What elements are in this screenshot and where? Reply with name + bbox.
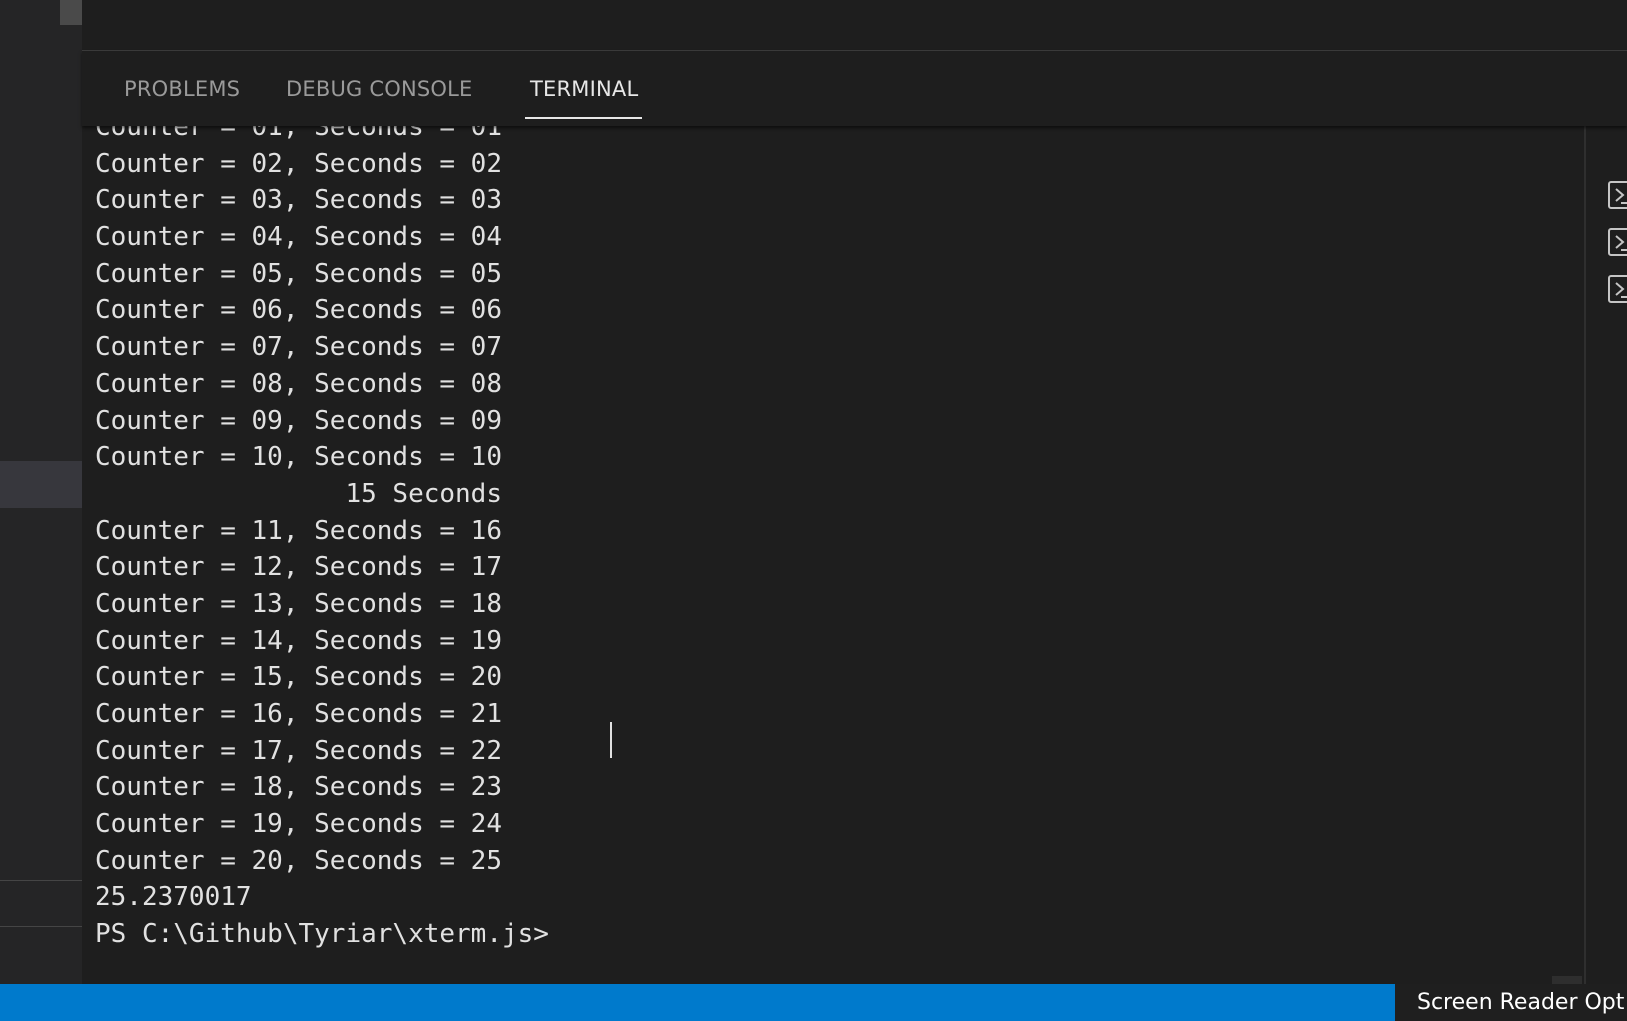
terminal-line: Counter = 04, Seconds = 04: [95, 222, 502, 253]
terminal-line: Counter = 18, Seconds = 23: [95, 772, 502, 803]
status-bar: Screen Reader Opt: [0, 984, 1627, 1021]
terminal-line: Counter = 17, Seconds = 22: [95, 735, 502, 766]
terminal-line: 15 Seconds: [95, 478, 502, 509]
terminal-line: 25.2370017: [95, 882, 252, 913]
terminal-line: Counter = 02, Seconds = 02: [95, 148, 502, 179]
terminal-line: Counter = 06, Seconds = 06: [95, 295, 502, 326]
tab-debug-console[interactable]: DEBUG CONSOLE: [286, 77, 473, 101]
terminal-line: Counter = 15, Seconds = 20: [95, 662, 502, 693]
terminal-line: Counter = 19, Seconds = 24: [95, 809, 502, 840]
terminal-line: Counter = 01, Seconds = 01: [95, 126, 502, 142]
terminal-line: Counter = 03, Seconds = 03: [95, 185, 502, 216]
editor-scrollbar-thumb[interactable]: [60, 0, 82, 25]
bottom-panel: PROBLEMS DEBUG CONSOLE TERMINAL Counter …: [82, 51, 1627, 984]
vscode-window: PROBLEMS DEBUG CONSOLE TERMINAL Counter …: [0, 0, 1627, 1021]
terminal-line: PS C:\Github\Tyriar\xterm.js>: [95, 919, 549, 950]
left-sidebar: [0, 0, 82, 984]
terminal-line: Counter = 12, Seconds = 17: [95, 552, 502, 583]
terminal-line: Counter = 20, Seconds = 25: [95, 845, 502, 876]
terminal-line: Counter = 13, Seconds = 18: [95, 588, 502, 619]
sidebar-divider: [0, 926, 82, 927]
screen-reader-label: Screen Reader Opt: [1417, 990, 1625, 1015]
terminal-icon[interactable]: [1608, 228, 1627, 256]
terminal-icon[interactable]: [1608, 181, 1627, 209]
terminal-line: Counter = 07, Seconds = 07: [95, 332, 502, 363]
terminal-line: Counter = 11, Seconds = 16: [95, 515, 502, 546]
terminal-output: Counter = 01, Seconds = 01 Counter = 02, …: [95, 126, 549, 953]
terminal-line: Counter = 05, Seconds = 05: [95, 258, 502, 289]
terminal-list: [1586, 126, 1627, 984]
active-tab-indicator: [525, 117, 642, 119]
terminal-line: Counter = 14, Seconds = 19: [95, 625, 502, 656]
screen-reader-status[interactable]: Screen Reader Opt: [1395, 984, 1627, 1021]
sidebar-selected-row[interactable]: [0, 461, 82, 508]
terminal-line: Counter = 09, Seconds = 09: [95, 405, 502, 436]
terminal-line: Counter = 08, Seconds = 08: [95, 368, 502, 399]
terminal-line: Counter = 16, Seconds = 21: [95, 699, 502, 729]
tab-terminal[interactable]: TERMINAL: [530, 77, 638, 101]
editor-area: [82, 0, 1627, 51]
terminal-scrollbar-thumb[interactable]: [1552, 976, 1582, 984]
terminal-line: Counter = 10, Seconds = 10: [95, 442, 502, 473]
terminal-view[interactable]: Counter = 01, Seconds = 01 Counter = 02, …: [82, 126, 1584, 984]
terminal-cursor: [610, 722, 612, 758]
panel-tab-bar: PROBLEMS DEBUG CONSOLE TERMINAL: [82, 51, 1627, 126]
terminal-icon[interactable]: [1608, 275, 1627, 303]
tab-problems[interactable]: PROBLEMS: [124, 77, 240, 101]
sidebar-divider: [0, 880, 82, 881]
